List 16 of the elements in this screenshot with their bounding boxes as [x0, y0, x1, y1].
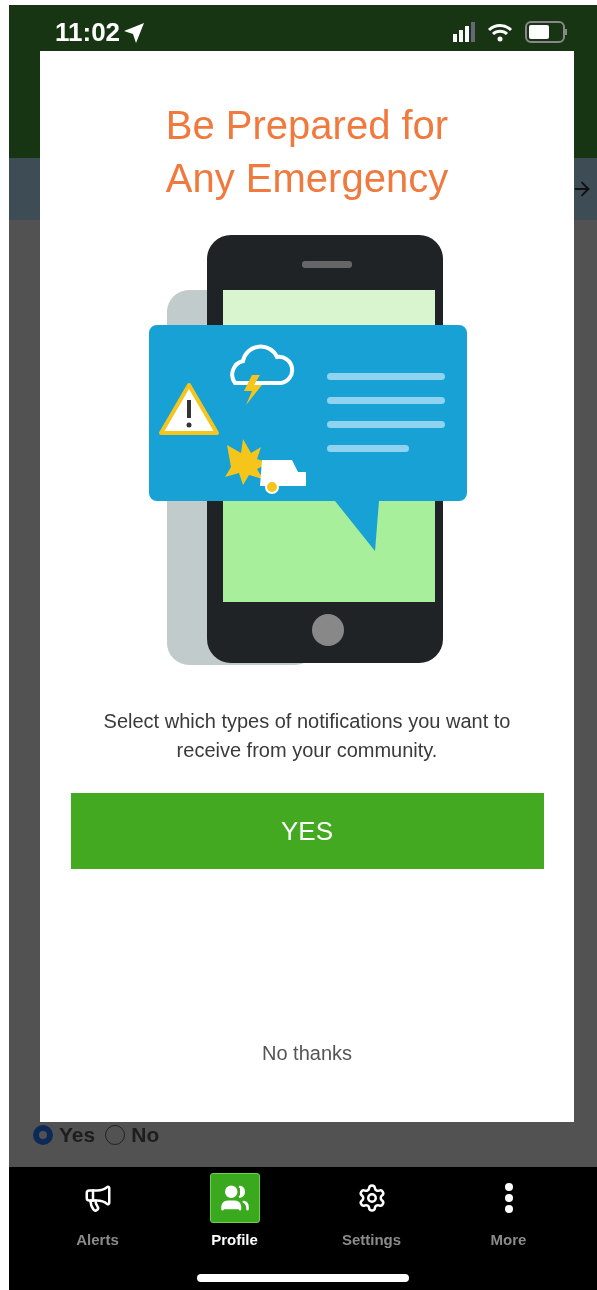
tab-bar-item[interactable]: Settings	[316, 1173, 427, 1248]
radio-button[interactable]	[33, 1125, 53, 1145]
more-icon	[504, 1183, 513, 1213]
tab-bar-item[interactable]: More	[453, 1173, 564, 1248]
location-icon	[124, 22, 145, 43]
status-time: 11:02	[55, 17, 121, 48]
modal-message: Select which types of notifications you want to receive from your community.	[102, 709, 512, 763]
people-icon	[219, 1183, 250, 1213]
modal-title: Be Prepared for Any Emergency	[164, 102, 450, 202]
signal-icon	[453, 22, 475, 42]
no-thanks-link[interactable]: No thanks	[255, 1041, 359, 1066]
wifi-icon	[487, 22, 513, 42]
gears-icon	[356, 1183, 387, 1213]
battery-icon	[525, 21, 567, 43]
tab-bar-item[interactable]: Alerts	[42, 1173, 153, 1248]
tab-bar-item[interactable]: Profile	[179, 1173, 290, 1248]
